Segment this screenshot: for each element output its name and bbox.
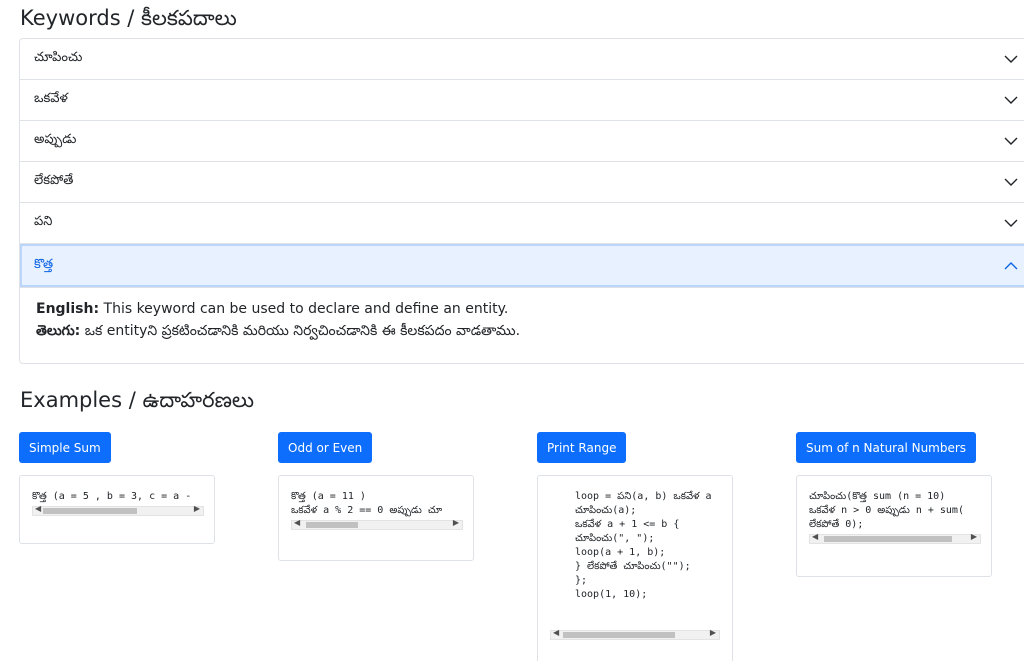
chevron-down-icon <box>1004 55 1024 63</box>
keywords-accordion: చూపించు ఒకవేళ అప్పుడు లేకపోతే పని కొత్త … <box>19 38 1024 364</box>
scroll-right-icon[interactable]: ▶ <box>710 628 716 637</box>
horizontal-scrollbar[interactable]: ◀ ▶ <box>550 628 720 640</box>
example-code: కొత్త (a = 11 ) ఒకవేళ a % 2 == 0 అప్పుడు… <box>291 491 443 516</box>
examples-heading: Examples / ఉదాహరణలు <box>20 388 255 412</box>
chevron-down-icon <box>1004 137 1024 145</box>
horizontal-scrollbar[interactable]: ◀ ▶ <box>32 504 204 516</box>
odd-or-even-button[interactable]: Odd or Even <box>278 432 373 463</box>
print-range-button[interactable]: Print Range <box>537 432 627 463</box>
scroll-left-icon[interactable]: ◀ <box>35 504 41 513</box>
sum-of-n-natural-numbers-button[interactable]: Sum of n Natural Numbers <box>796 432 977 463</box>
scroll-right-icon[interactable]: ▶ <box>453 518 459 527</box>
accordion-expanded-body: English: This keyword can be used to dec… <box>20 288 1024 363</box>
example-card-simple-sum: కొత్త (a = 5 , b = 3, c = a - ◀ ▶ <box>19 475 215 544</box>
chevron-down-icon <box>1004 96 1024 104</box>
scrollbar-thumb[interactable] <box>824 536 952 542</box>
accordion-item-kotta[interactable]: కొత్త <box>20 244 1024 288</box>
english-label: English: <box>36 301 100 317</box>
scrollbar-thumb[interactable] <box>563 632 675 638</box>
accordion-item-okavela[interactable]: ఒకవేళ <box>20 80 1024 121</box>
chevron-down-icon <box>1004 178 1024 186</box>
accordion-item-chupinchu[interactable]: చూపించు <box>20 39 1024 80</box>
english-description: English: This keyword can be used to dec… <box>36 298 1014 320</box>
example-code: చూపించు(కొత్త sum (n = 10) ఒకవేళ n > 0 అ… <box>809 491 964 530</box>
accordion-item-label: చూపించు <box>34 50 83 65</box>
scroll-left-icon[interactable]: ◀ <box>294 518 300 527</box>
accordion-item-label: లేకపోతే <box>34 173 74 188</box>
scroll-left-icon[interactable]: ◀ <box>812 532 818 541</box>
accordion-item-pani[interactable]: పని <box>20 203 1024 244</box>
accordion-item-label: అప్పుడు <box>34 132 77 147</box>
telugu-label: తెలుగు: <box>36 323 81 339</box>
chevron-down-icon <box>1004 219 1024 227</box>
scroll-right-icon[interactable]: ▶ <box>971 532 977 541</box>
english-text: This keyword can be used to declare and … <box>99 301 509 317</box>
scroll-right-icon[interactable]: ▶ <box>194 504 200 513</box>
example-card-odd-or-even: కొత్త (a = 11 ) ఒకవేళ a % 2 == 0 అప్పుడు… <box>278 475 474 561</box>
page: Keywords / కీలకపదాలు చూపించు ఒకవేళ అప్పు… <box>0 0 1024 661</box>
accordion-item-label: ఒకవేళ <box>34 91 68 106</box>
horizontal-scrollbar[interactable]: ◀ ▶ <box>809 532 981 544</box>
accordion-item-label: కొత్త <box>34 256 54 272</box>
chevron-up-icon <box>1004 261 1024 270</box>
example-card-print-range: loop = పని(a, b) ఒకవేళ a చూపించు(a); ఒకవ… <box>537 475 733 661</box>
scrollbar-thumb[interactable] <box>43 508 137 514</box>
example-code: కొత్త (a = 5 , b = 3, c = a - <box>32 491 192 502</box>
horizontal-scrollbar[interactable]: ◀ ▶ <box>291 518 463 530</box>
telugu-text: ఒక entityని ప్రకటించడానికి మరియు నిర్వచి… <box>80 323 521 339</box>
example-code: loop = పని(a, b) ఒకవేళ a చూపించు(a); ఒకవ… <box>575 491 712 600</box>
accordion-item-appudu[interactable]: అప్పుడు <box>20 121 1024 162</box>
accordion-item-lekapote[interactable]: లేకపోతే <box>20 162 1024 203</box>
keywords-heading: Keywords / కీలకపదాలు <box>20 6 237 30</box>
scroll-left-icon[interactable]: ◀ <box>553 628 559 637</box>
simple-sum-button[interactable]: Simple Sum <box>19 432 111 463</box>
accordion-item-label: పని <box>34 214 53 229</box>
scrollbar-thumb[interactable] <box>306 522 358 528</box>
example-card-sum-of-n: చూపించు(కొత్త sum (n = 10) ఒకవేళ n > 0 అ… <box>796 475 992 577</box>
telugu-description: తెలుగు: ఒక entityని ప్రకటించడానికి మరియు… <box>36 320 1014 342</box>
